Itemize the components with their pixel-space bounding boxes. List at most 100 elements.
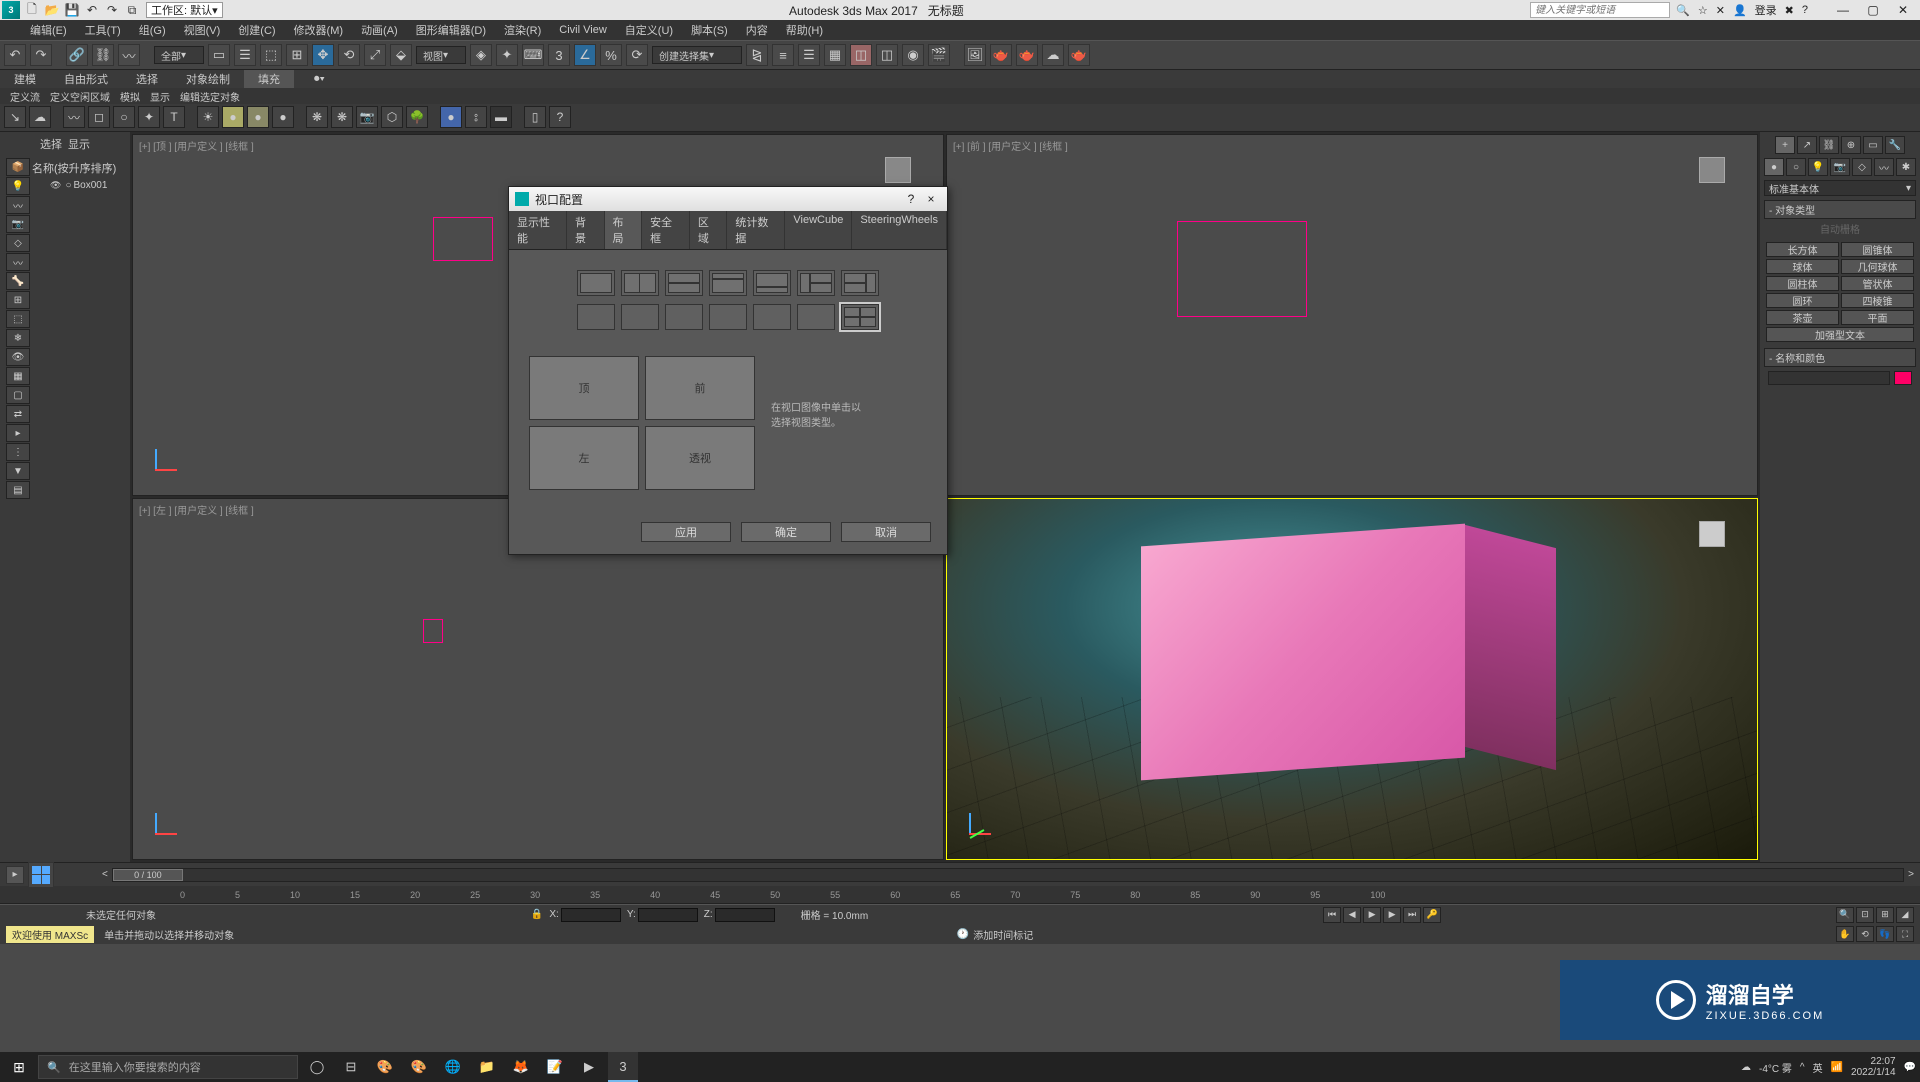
lt-col-icon[interactable]: ▤ [6,481,30,499]
cmd-tab-modify[interactable]: ↗ [1797,136,1817,154]
time-ruler[interactable]: 0510 152025 303540 455055 606570 758085 … [0,886,1920,904]
render-online-icon[interactable]: 🫖 [1068,44,1090,66]
login-link[interactable]: 登录 [1755,2,1777,18]
lt-light-icon[interactable]: 💡 [6,177,30,195]
menu-edit[interactable]: 编辑(E) [30,22,67,38]
vp-walk-icon[interactable]: 👣 [1876,926,1894,942]
sphere-obj-icon[interactable]: ● [440,106,462,128]
render-icon[interactable]: 🫖 [990,44,1012,66]
menu-group[interactable]: 组(G) [139,22,166,38]
btn-box[interactable]: 长方体 [1766,242,1839,257]
dlg-tab-stats[interactable]: 统计数据 [727,211,785,249]
coord-y-input[interactable] [638,908,698,922]
ribbon-sub-edit[interactable]: 编辑选定对象 [180,89,240,104]
lt-all-icon[interactable]: ▦ [6,367,30,385]
qat-new-icon[interactable]: 🗋 [24,2,40,18]
viewport-left-label[interactable]: [+] [左 ] [用户定义 ] [线框 ] [139,502,254,517]
btn-teapot[interactable]: 茶壶 [1766,310,1839,325]
layout-2[interactable] [621,270,659,296]
viewport-perspective[interactable] [946,498,1758,860]
angle-snap-icon[interactable]: ∠ [574,44,596,66]
menu-civilview[interactable]: Civil View [559,24,606,36]
arrow-icon[interactable]: ↘ [4,106,26,128]
nav-prev-frame-icon[interactable]: ◀ [1343,907,1361,923]
scene-tab-select[interactable]: 选择 [40,136,62,152]
lt-none-icon[interactable]: ▢ [6,386,30,404]
ribbon-tab-populate[interactable]: 填充 [244,70,294,88]
layout-12[interactable] [753,304,791,330]
selection-filter[interactable]: 全部 ▾ [154,46,204,64]
cmd-sub-spacewarps[interactable]: 〰 [1874,158,1894,176]
vp-maximize-icon[interactable]: ⛶ [1896,926,1914,942]
ribbon-tab-selection[interactable]: 选择 [122,70,172,88]
text-icon[interactable]: T [163,106,185,128]
autokey-icon[interactable]: 🕐 [957,929,969,940]
select-name-icon[interactable]: ☰ [234,44,256,66]
render-frame-icon[interactable]: 🖼 [964,44,986,66]
helper2-icon[interactable]: 🌳 [406,106,428,128]
layout-3[interactable] [665,270,703,296]
viewcube-front[interactable] [1687,145,1737,195]
rollout-namecolor[interactable]: - 名称和颜色 [1764,348,1916,367]
lt-frozen-icon[interactable]: ❄ [6,329,30,347]
btn-sphere[interactable]: 球体 [1766,259,1839,274]
vp-zoomall-icon[interactable]: ⊡ [1856,907,1874,923]
ribbon-sub-display[interactable]: 显示 [150,89,170,104]
camera-icon[interactable]: 📷 [356,106,378,128]
scene-sort-header[interactable]: 名称(按升序排序) [32,160,126,176]
scene-item-box[interactable]: ○ Box001 [32,180,126,191]
vp-zoomext-icon[interactable]: ⊞ [1876,907,1894,923]
task-edge-icon[interactable]: 🌐 [438,1052,468,1082]
helper1-icon[interactable]: ⬡ [381,106,403,128]
menu-scripting[interactable]: 脚本(S) [691,22,728,38]
dlg-tab-bg[interactable]: 背景 [567,211,605,249]
btn-cylinder[interactable]: 圆柱体 [1766,276,1839,291]
vp-fov-icon[interactable]: ◢ [1896,907,1914,923]
qat-undo-icon[interactable]: ↶ [84,2,100,18]
object-color-swatch[interactable] [1894,371,1912,385]
dialog-close-button[interactable]: × [921,192,941,206]
curve-editor-icon[interactable]: ◫ [850,44,872,66]
coord-x-input[interactable] [561,908,621,922]
lt-helper-icon[interactable]: ◇ [6,234,30,252]
primitive-dropdown[interactable]: 标准基本体▾ [1764,180,1916,196]
layout-5[interactable] [753,270,791,296]
rollout-objtype[interactable]: - 对象类型 [1764,200,1916,219]
tray-ime[interactable]: 英 [1813,1060,1823,1075]
btn-pyramid[interactable]: 四棱锥 [1841,293,1914,308]
preview-top[interactable]: 顶 [529,356,639,420]
bind-icon[interactable]: 〰 [118,44,140,66]
dark-obj-icon[interactable]: ▬ [490,106,512,128]
keyboard-icon[interactable]: ⌨ [522,44,544,66]
schematic-icon[interactable]: ◫ [876,44,898,66]
cmd-sub-cameras[interactable]: 📷 [1830,158,1850,176]
lt-invert-icon[interactable]: ⇄ [6,405,30,423]
btn-plane[interactable]: 平面 [1841,310,1914,325]
expand-left-icon[interactable]: ▸ [6,866,24,884]
menu-tools[interactable]: 工具(T) [85,22,121,38]
time-slider[interactable]: 0 / 100 [112,868,1904,882]
menu-help[interactable]: 帮助(H) [786,22,823,38]
cmd-sub-shapes[interactable]: ○ [1786,158,1806,176]
dlg-tab-viewcube[interactable]: ViewCube [785,211,852,249]
maximize-button[interactable]: ▢ [1858,1,1888,19]
ribbon-tab-modeling[interactable]: 建模 [0,70,50,88]
dlg-tab-perf[interactable]: 显示性能 [509,211,567,249]
menu-rendering[interactable]: 渲染(R) [504,22,541,38]
lt-group-icon[interactable]: ⊞ [6,291,30,309]
layout-7[interactable] [841,270,879,296]
preview-front[interactable]: 前 [645,356,755,420]
dlg-tab-region[interactable]: 区域 [690,211,728,249]
dialog-ok-button[interactable]: 确定 [741,522,831,542]
viewport-top-label[interactable]: [+] [顶 ] [用户定义 ] [线框 ] [139,138,254,153]
ref-coord[interactable]: 视图 ▾ [416,46,466,64]
task-app2-icon[interactable]: 🎨 [404,1052,434,1082]
btn-torus[interactable]: 圆环 [1766,293,1839,308]
menu-modifiers[interactable]: 修改器(M) [294,22,344,38]
ribbon-tab-freeform[interactable]: 自由形式 [50,70,122,88]
btn-tube[interactable]: 管状体 [1841,276,1914,291]
cmd-tab-create[interactable]: + [1775,136,1795,154]
cmd-tab-display[interactable]: ▭ [1863,136,1883,154]
ribbon-tab-objectpaint[interactable]: 对象绘制 [172,70,244,88]
render-prod-icon[interactable]: 🫖 [1016,44,1038,66]
